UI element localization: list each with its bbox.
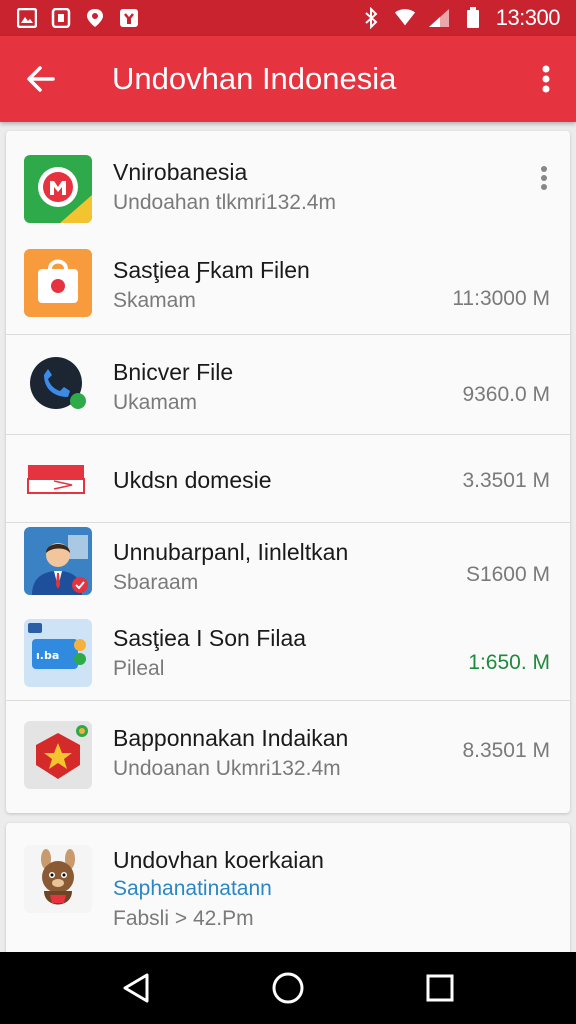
nav-recents-icon — [426, 974, 454, 1002]
location-icon — [84, 7, 106, 29]
nav-back-icon — [123, 973, 149, 1003]
bag-icon — [118, 7, 140, 29]
sim-icon — [50, 7, 72, 29]
status-right-icons: 13:300 — [360, 5, 561, 31]
item-subtitle: Pileal — [113, 657, 165, 680]
navigation-bar — [0, 952, 576, 1024]
store-icon — [24, 155, 92, 223]
item-size: 11:3000 M — [452, 287, 550, 310]
item-title: Sasţiea Ƒkam Filen — [113, 257, 310, 283]
status-left-icons — [16, 7, 140, 29]
card-title: Undovhan koerkaian — [113, 847, 324, 873]
item-title: Unnubarpanl, Iinleltkan — [113, 539, 349, 565]
status-bar: 13:300 — [0, 0, 576, 36]
item-title: Ukdsn domesie — [113, 467, 272, 493]
card-meta: Fabsli > 42.Pm — [113, 907, 254, 930]
overflow-menu-button[interactable] — [516, 36, 576, 122]
list-item[interactable]: Ukdsn domesie 3.3501 M — [6, 435, 570, 523]
item-size: 1:650. M — [468, 651, 550, 674]
emblem-icon — [24, 721, 92, 789]
more-vert-icon — [541, 166, 547, 190]
nav-home-icon — [272, 972, 304, 1004]
list-item[interactable]: Bnicver File Ukamam 9360.0 M — [6, 335, 570, 435]
card-subtitle: Saphanatinatann — [113, 877, 272, 900]
wifi-icon — [394, 7, 416, 29]
nav-home-button[interactable] — [258, 958, 318, 1018]
list-item[interactable]: Sasţiea Ƒkam Filen Skamam 11:3000 M — [6, 235, 570, 335]
back-button[interactable] — [0, 36, 82, 122]
item-title: Bnicver File — [113, 359, 234, 385]
chat-icon: ı.ba — [24, 619, 92, 687]
phone-icon — [24, 351, 92, 419]
app-bar: Undovhan Indonesia — [0, 36, 576, 122]
more-vert-icon — [542, 65, 550, 93]
nav-back-button[interactable] — [106, 958, 166, 1018]
back-arrow-icon — [27, 66, 55, 92]
item-subtitle: Skamam — [113, 289, 196, 312]
image-icon — [16, 7, 38, 29]
screen: 13:300 Undovhan Indonesia Vnirobanesia U… — [0, 0, 576, 1024]
item-size: 3.3501 M — [462, 469, 550, 492]
person-icon — [24, 527, 92, 595]
item-subtitle: Sbaraam — [113, 571, 199, 594]
svg-text:ı.ba: ı.ba — [36, 649, 59, 662]
item-menu-button[interactable] — [532, 163, 556, 193]
item-title: Sasţiea I Son Filaa — [113, 625, 307, 651]
app-list-card: Vnirobanesia Undoahan tlkmri132.4m Sasţi… — [6, 131, 570, 813]
item-title: Vnirobanesia — [113, 159, 248, 185]
bag-icon — [24, 249, 92, 317]
mascot-icon — [24, 845, 92, 913]
list-item[interactable]: Unnubarpanl, Iinleltkan Sbaraam S1600 M — [6, 523, 570, 615]
list-item[interactable]: Vnirobanesia Undoahan tlkmri132.4m — [6, 131, 570, 235]
battery-icon — [462, 7, 484, 29]
signal-icon — [428, 7, 450, 29]
bluetooth-icon — [360, 7, 382, 29]
item-subtitle: Undoanan Ukmri132.4m — [113, 757, 341, 780]
list-item[interactable]: Bapponnakan Indaikan Undoanan Ukmri132.4… — [6, 701, 570, 813]
nav-recents-button[interactable] — [410, 958, 470, 1018]
list-item[interactable]: ı.ba Sasţiea I Son Filaa Pileal 1:650. M — [6, 615, 570, 701]
item-subtitle: Undoahan tlkmri132.4m — [113, 191, 336, 214]
item-size: 8.3501 M — [462, 739, 550, 762]
flag-icon — [24, 445, 92, 513]
page-title: Undovhan Indonesia — [112, 61, 397, 96]
featured-card[interactable]: Undovhan koerkaian Saphanatinatann Fabsl… — [6, 823, 570, 963]
item-subtitle: Ukamam — [113, 391, 198, 414]
status-time: 13:300 — [495, 5, 561, 30]
item-size: S1600 M — [465, 563, 550, 586]
item-title: Bapponnakan Indaikan — [113, 725, 349, 751]
item-size: 9360.0 M — [462, 383, 550, 406]
